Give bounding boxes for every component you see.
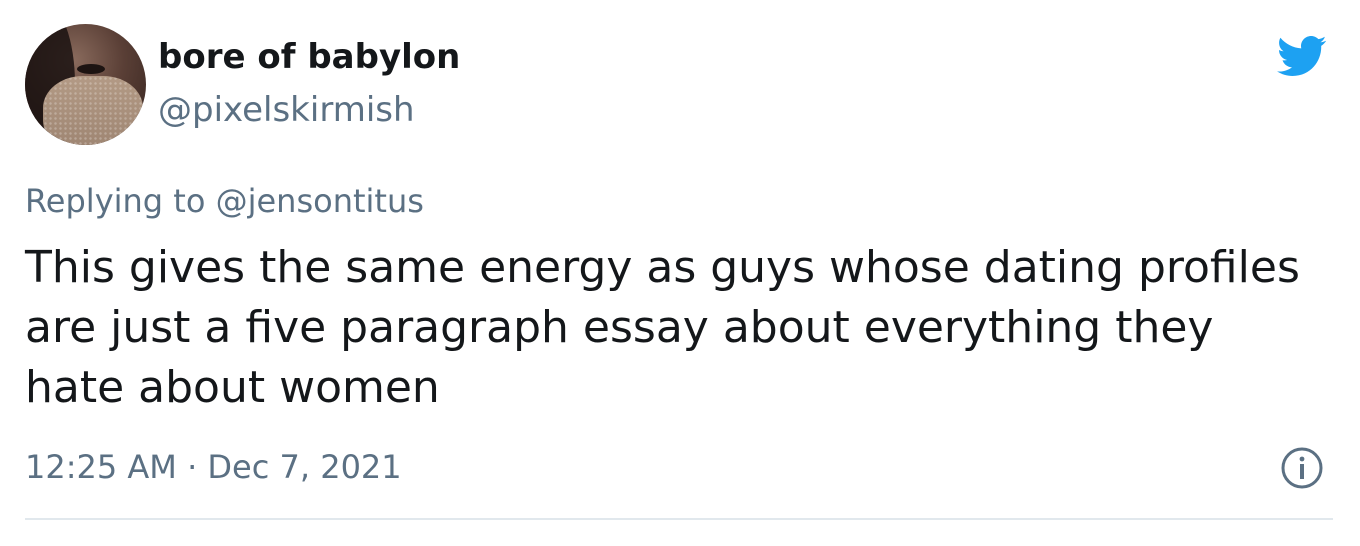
twitter-bird-icon[interactable] (1270, 30, 1332, 82)
tweet-text: This gives the same energy as guys whose… (25, 242, 1300, 413)
tweet-timestamp[interactable]: 12:25 AM · Dec 7, 2021 (25, 446, 402, 488)
replying-to[interactable]: Replying to @jensontitus (25, 180, 424, 222)
author-display-name[interactable]: bore of babylon (158, 36, 460, 78)
divider (25, 518, 1333, 520)
info-icon[interactable] (1280, 446, 1324, 490)
tweet-card: bore of babylon @pixelskirmish Replying … (0, 0, 1360, 546)
avatar[interactable] (25, 24, 146, 145)
avatar-face-mask (43, 76, 143, 145)
author-handle[interactable]: @pixelskirmish (158, 89, 415, 131)
avatar-eye (77, 64, 105, 74)
